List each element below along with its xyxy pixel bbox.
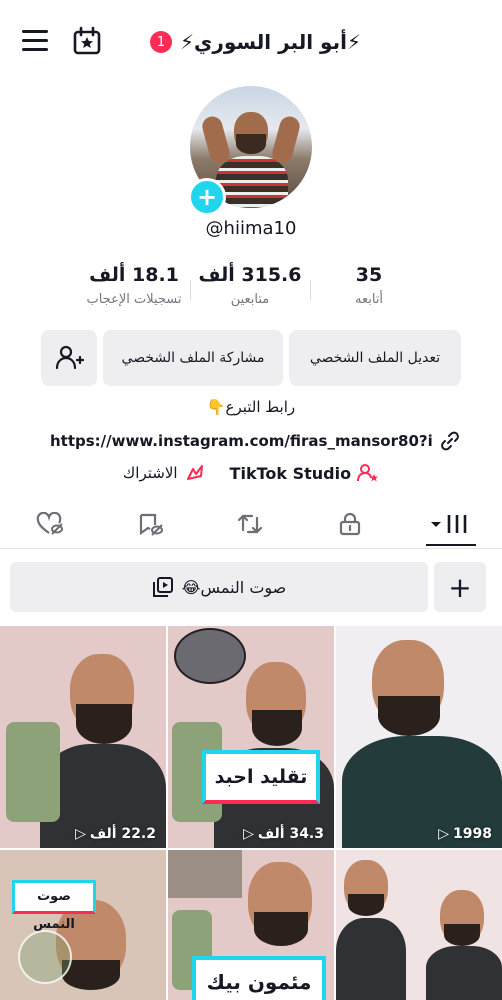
grid-videos-icon — [431, 515, 467, 533]
tab-favorites[interactable] — [130, 510, 170, 538]
profile-title: ⚡أبو البر السوري⚡ — [180, 30, 361, 54]
add-story-plus-icon[interactable]: + — [188, 178, 226, 216]
repost-icon — [237, 514, 263, 534]
tab-liked[interactable] — [30, 510, 70, 538]
followers-label: متابعين — [230, 292, 270, 307]
calendar-star-icon[interactable] — [72, 26, 102, 56]
likes-count: 18.1 ألف — [89, 264, 179, 286]
video-overlay-text: صوت النمس — [12, 880, 96, 932]
tiktok-studio-label[interactable]: TikTok Studio — [230, 464, 352, 483]
stat-followers[interactable]: 315.6 ألف متابعين — [190, 264, 310, 307]
video-thumbnail[interactable]: ▷ 22.2 ألف — [0, 626, 166, 848]
likes-label: تسجيلات الإعجاب — [86, 292, 182, 307]
following-label: أتابعه — [354, 292, 384, 307]
studio-row: الاشتراك TikTok Studio — [0, 460, 502, 486]
view-count: ▷ 1998 — [438, 826, 492, 842]
playlist-icon — [152, 577, 173, 597]
add-friend-button[interactable] — [41, 330, 97, 386]
view-count: ▷ 34.3 ألف — [243, 826, 324, 842]
video-thumbnail[interactable]: تقليد احبد ▷ 34.3 ألف — [168, 626, 334, 848]
profile-handle: @hiima10 — [205, 218, 297, 239]
menu-icon[interactable] — [22, 30, 48, 52]
heart-hidden-icon — [36, 512, 63, 535]
view-count: ▷ 22.2 ألف — [75, 826, 156, 842]
edit-profile-button[interactable]: تعديل الملف الشخصي — [289, 330, 461, 386]
following-count: 35 — [355, 264, 383, 286]
share-profile-button[interactable]: مشاركة الملف الشخصي — [103, 330, 283, 386]
top-bar: 1 ⚡أبو البر السوري⚡ — [0, 0, 502, 84]
video-thumbnail[interactable]: مئمون بيك — [168, 850, 334, 1000]
stat-likes[interactable]: 18.1 ألف تسجيلات الإعجاب — [74, 264, 194, 307]
bio-link[interactable]: https://www.instagram.com/firas_mansor80… — [50, 430, 460, 452]
tab-videos[interactable] — [426, 510, 476, 538]
bio-text: رابط التبرع👇 — [206, 398, 296, 416]
bio-link-text[interactable]: https://www.instagram.com/firas_mansor80… — [50, 432, 432, 450]
tab-private[interactable] — [330, 510, 370, 538]
profile-tabs — [0, 500, 502, 549]
lock-icon — [339, 512, 361, 536]
collection-chip[interactable]: صوت النمس😂 — [10, 562, 428, 612]
video-thumbnail[interactable]: صوت النمس — [0, 850, 166, 1000]
link-icon — [441, 431, 459, 451]
video-overlay-text: تقليد احبد — [202, 750, 320, 804]
collection-chip-label: صوت النمس😂 — [181, 577, 287, 597]
followers-count: 315.6 ألف — [198, 264, 302, 286]
stat-following[interactable]: 35 أتابعه — [309, 264, 429, 307]
video-grid: ▷ 22.2 ألف تقليد احبد ▷ 34.3 ألف ▷ 1998 صوت… — [0, 626, 502, 1000]
studio-user-icon — [357, 464, 379, 482]
active-tab-indicator — [426, 544, 476, 546]
add-collection-button[interactable]: + — [434, 562, 486, 612]
add-user-icon — [55, 345, 84, 370]
subscribe-label[interactable]: الاشتراك — [123, 464, 178, 482]
subscribe-icon — [186, 465, 203, 480]
tab-reposts[interactable] — [230, 510, 270, 538]
bookmark-hidden-icon — [139, 513, 163, 536]
title-group[interactable]: 1 ⚡أبو البر السوري⚡ — [150, 28, 361, 56]
watermark-logo — [18, 930, 72, 984]
notification-badge: 1 — [150, 31, 172, 53]
video-thumbnail[interactable] — [336, 850, 502, 1000]
video-overlay-text: مئمون بيك — [192, 956, 326, 1000]
video-thumbnail[interactable]: ▷ 1998 — [336, 626, 502, 848]
